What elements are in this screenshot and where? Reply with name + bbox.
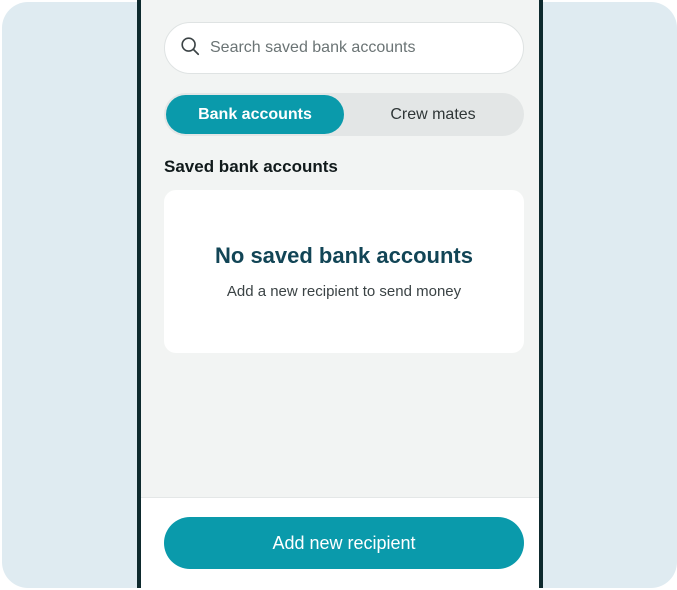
empty-state-subtitle: Add a new recipient to send money bbox=[226, 283, 462, 300]
empty-state-card: No saved bank accounts Add a new recipie… bbox=[164, 190, 524, 353]
search-input[interactable] bbox=[210, 39, 510, 57]
tab-bank-accounts[interactable]: Bank accounts bbox=[166, 95, 344, 134]
bottom-action-bar: Add new recipient bbox=[141, 497, 539, 588]
search-icon bbox=[179, 35, 210, 62]
phone-screen: Bank accounts Crew mates Saved bank acco… bbox=[137, 0, 543, 588]
search-bar[interactable] bbox=[164, 22, 524, 74]
add-new-recipient-button[interactable]: Add new recipient bbox=[164, 517, 524, 569]
tab-switcher: Bank accounts Crew mates bbox=[164, 93, 524, 136]
empty-state-title: No saved bank accounts bbox=[215, 243, 473, 268]
section-title: Saved bank accounts bbox=[164, 157, 338, 176]
tab-crew-mates[interactable]: Crew mates bbox=[344, 95, 522, 134]
